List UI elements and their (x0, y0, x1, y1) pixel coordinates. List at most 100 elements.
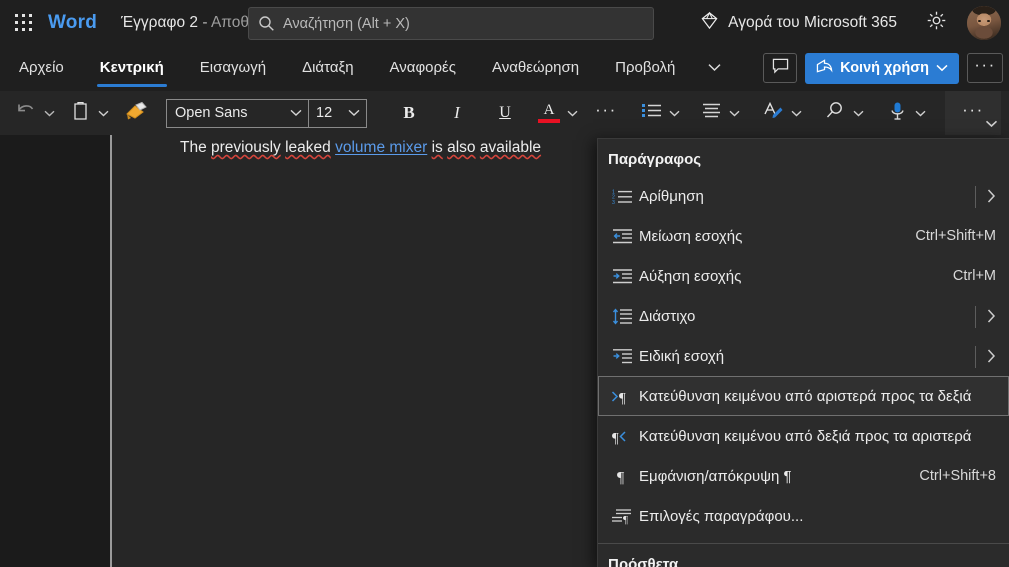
font-more-label: ··· (595, 99, 617, 119)
undo-button[interactable] (12, 98, 40, 128)
doc-hyperlink[interactable]: volume mixer (335, 139, 427, 156)
italic-label: I (454, 103, 460, 122)
font-color-dropdown-button[interactable] (564, 98, 581, 128)
chevron-down-icon (915, 104, 926, 122)
chevron-down-icon (853, 104, 864, 122)
paste-button[interactable] (66, 98, 94, 128)
menu-item-numbering[interactable]: 1 2 3 Αρίθμηση (598, 176, 1009, 216)
ribbon-tab-bar: Αρχείο Κεντρική Εισαγωγή Διάταξη Αναφορέ… (0, 45, 1009, 91)
special-indent-icon (609, 348, 635, 365)
paste-dropdown-button[interactable] (95, 98, 112, 128)
menu-item-label: Αύξηση εσοχής (639, 267, 742, 285)
ribbon-more-button[interactable]: ··· (967, 53, 1003, 83)
search-box[interactable]: Αναζήτηση (Alt + X) (248, 7, 654, 40)
chevron-down-icon (669, 104, 680, 122)
menu-item-label: Διάστιχο (639, 307, 696, 325)
tab-view[interactable]: Προβολή (613, 53, 677, 83)
find-group (821, 98, 867, 128)
microphone-icon (890, 101, 905, 126)
tab-file[interactable]: Αρχείο (17, 53, 66, 83)
submenu-chevron-right-icon[interactable] (975, 186, 996, 208)
font-name-combobox[interactable]: Open Sans (167, 100, 308, 127)
menu-item-show-hide-formatting-marks[interactable]: ¶ Εμφάνιση/απόκρυψη ¶ Ctrl+Shift+8 (598, 456, 1009, 496)
title-bar-actions: Αγορά του Microsoft 365 (690, 0, 1003, 45)
submenu-chevron-right-icon[interactable] (975, 346, 996, 368)
dictate-button[interactable] (883, 98, 911, 128)
ribbon-tabs-overflow-button[interactable] (701, 55, 727, 81)
tab-insert[interactable]: Εισαγωγή (198, 53, 268, 83)
menu-item-text-direction-ltr[interactable]: ¶ Κατεύθυνση κειμένου από αριστερά προς … (598, 376, 1009, 416)
menu-item-line-spacing[interactable]: Διάστιχο (598, 296, 1009, 336)
menu-item-label: Αρίθμηση (639, 187, 704, 205)
bullet-list-dropdown-button[interactable] (666, 98, 683, 128)
align-group (697, 98, 743, 128)
font-color-group: A (535, 98, 581, 128)
chevron-down-icon (729, 104, 740, 122)
menu-section-header-addins: Πρόσθετα (608, 556, 679, 567)
menu-item-shortcut: Ctrl+Shift+M (915, 228, 996, 244)
menu-item-special-indent[interactable]: Ειδική εσοχή (598, 336, 1009, 376)
ltr-text-direction-icon: ¶ (609, 388, 635, 405)
svg-text:¶: ¶ (619, 390, 626, 405)
menu-item-label: Κατεύθυνση κειμένου από αριστερά προς τα… (639, 387, 972, 405)
align-button[interactable] (697, 98, 725, 128)
align-dropdown-button[interactable] (726, 98, 743, 128)
formatting-toolbar: Open Sans 12 B I U A ··· ··· (0, 91, 1009, 135)
doc-text-misspelled: leaked (285, 139, 331, 156)
text-highlight-dropdown-button[interactable] (788, 98, 805, 128)
tab-review[interactable]: Αναθεώρηση (490, 53, 581, 83)
share-button[interactable]: Κοινή χρήση (805, 52, 959, 84)
find-dropdown-button[interactable] (850, 98, 867, 128)
font-size-combobox[interactable]: 12 (308, 99, 366, 127)
submenu-chevron-right-icon[interactable] (975, 306, 996, 328)
chevron-down-icon (708, 59, 721, 77)
underline-button[interactable]: U (489, 98, 521, 128)
font-color-button[interactable]: A (535, 98, 563, 128)
bullet-list-icon (641, 102, 662, 124)
line-spacing-icon (609, 308, 635, 325)
app-name[interactable]: Word (48, 12, 97, 34)
app-launcher-icon[interactable] (0, 0, 46, 45)
font-more-button[interactable]: ··· (591, 98, 621, 128)
numbered-list-icon: 1 2 3 (609, 188, 635, 205)
gear-icon (926, 10, 947, 36)
menu-item-label: Ειδική εσοχή (639, 347, 725, 365)
search-icon (258, 15, 275, 32)
dictate-group (883, 98, 929, 128)
italic-button[interactable]: I (441, 98, 473, 128)
dictate-dropdown-button[interactable] (912, 98, 929, 128)
document-paragraph[interactable]: The previously leaked volume mixer is al… (180, 139, 541, 157)
menu-item-paragraph-options[interactable]: ¶ Επιλογές παραγράφου... (598, 496, 1009, 536)
paste-group (66, 98, 112, 128)
menu-item-label: Εμφάνιση/απόκρυψη ¶ (639, 467, 792, 485)
avatar[interactable] (967, 5, 1001, 40)
toolbar-collapse-button[interactable] (981, 115, 1001, 133)
menu-item-shortcut: Ctrl+Shift+8 (919, 468, 996, 484)
undo-icon (15, 101, 37, 126)
comments-button[interactable] (763, 53, 798, 83)
tab-layout[interactable]: Διάταξη (300, 53, 355, 83)
format-painter-button[interactable] (122, 98, 150, 128)
font-color-label: A (543, 102, 555, 118)
undo-group (12, 98, 58, 128)
menu-item-decrease-indent[interactable]: Μείωση εσοχής Ctrl+Shift+M (598, 216, 1009, 256)
search-icon (825, 101, 845, 125)
menu-item-text-direction-rtl[interactable]: ¶ Κατεύθυνση κειμένου από δεξιά προς τα … (598, 416, 1009, 456)
bold-button[interactable]: B (393, 98, 425, 128)
menu-item-label: Επιλογές παραγράφου... (639, 507, 804, 525)
undo-dropdown-button[interactable] (41, 98, 58, 128)
find-button[interactable] (821, 98, 849, 128)
buy-microsoft-365-button[interactable]: Αγορά του Microsoft 365 (690, 6, 907, 40)
tab-home[interactable]: Κεντρική (96, 53, 167, 87)
menu-item-increase-indent[interactable]: Αύξηση εσοχής Ctrl+M (598, 256, 1009, 296)
text-highlight-icon (762, 101, 784, 125)
tab-references[interactable]: Αναφορές (388, 53, 458, 83)
text-effects-group (759, 98, 805, 128)
title-separator: - (202, 13, 208, 31)
share-icon (816, 58, 833, 79)
text-highlight-button[interactable] (759, 98, 787, 128)
settings-button[interactable] (917, 6, 955, 40)
paragraph-options-icon: ¶ (609, 508, 635, 525)
chevron-down-icon (791, 104, 802, 122)
bullet-list-button[interactable] (637, 98, 665, 128)
